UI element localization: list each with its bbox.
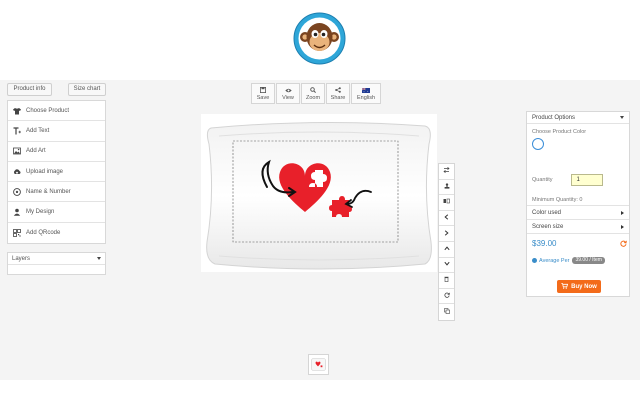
menu-item-choose-product[interactable]: Choose Product: [8, 101, 105, 122]
menu-item-upload-image[interactable]: Upload image: [8, 162, 105, 183]
menu-item-label: Add Text: [26, 127, 50, 134]
buy-now-button[interactable]: Buy Now: [557, 280, 601, 293]
flip-button[interactable]: [439, 195, 454, 211]
save-label: Save: [256, 95, 270, 101]
quantity-row: Quantity 1: [532, 174, 604, 186]
layers-toggle[interactable]: Layers: [8, 253, 105, 265]
view-label: View: [282, 95, 294, 101]
average-per-item: Average Per 39.00 / Item: [532, 257, 605, 264]
copy-icon: [443, 308, 450, 316]
monkey-logo: [293, 12, 346, 65]
reset-button[interactable]: [439, 289, 454, 305]
minimum-quantity: Minimum Quantity: 0: [532, 197, 583, 203]
flip-icon: [443, 198, 450, 206]
screen-size-label: Screen size: [532, 223, 564, 230]
menu-item-add-qrcode[interactable]: Add QRcode: [8, 223, 105, 243]
pillow-mockup: [206, 121, 432, 270]
quantity-label: Quantity: [532, 177, 553, 183]
upload-icon: [12, 167, 21, 176]
menu-item-add-art[interactable]: Add Art: [8, 142, 105, 162]
reset-icon: [443, 292, 450, 300]
product-options-body: Choose Product Color Quantity 1 Minimum …: [527, 124, 629, 206]
arrow-right-icon: [444, 230, 449, 238]
move-left-button[interactable]: [439, 211, 454, 227]
buy-now-label: Buy Now: [571, 283, 597, 290]
menu-item-add-text[interactable]: Add Text: [8, 121, 105, 142]
text-icon: [12, 126, 21, 135]
product-options-title: Product Options: [532, 114, 576, 121]
quantity-input[interactable]: 1: [571, 174, 604, 186]
menu-item-label: Add QRcode: [26, 229, 61, 236]
menu-item-my-design[interactable]: My Design: [8, 202, 105, 223]
delete-button[interactable]: [439, 273, 454, 289]
menu-item-label: Choose Product: [26, 107, 70, 114]
shirt-icon: [12, 106, 21, 115]
menu-item-label: Name & Number: [26, 188, 71, 195]
zoom-button[interactable]: Zoom: [301, 83, 325, 104]
user-icon: [12, 208, 21, 217]
flag-icon: [362, 86, 370, 94]
price: $39.00: [532, 239, 557, 248]
eye-icon: [284, 86, 292, 94]
chevron-down-icon: [620, 116, 624, 119]
share-label: Share: [330, 95, 346, 101]
pillow-thumbnail-icon: [311, 358, 326, 371]
color-used-label: Color used: [532, 209, 562, 216]
arrow-up-icon: [443, 246, 450, 253]
left-menu: Choose Product Add Text Add Art Upload i…: [7, 100, 106, 245]
swap-button[interactable]: [439, 164, 454, 180]
average-label: Average Per: [539, 257, 570, 264]
view-button[interactable]: View: [276, 83, 300, 104]
design-canvas[interactable]: [201, 114, 437, 272]
language-label: English: [356, 95, 376, 101]
share-button[interactable]: Share: [326, 83, 350, 104]
menu-item-name-number[interactable]: Name & Number: [8, 182, 105, 203]
stamp-icon: [444, 183, 450, 191]
layers-panel: Layers: [7, 252, 106, 275]
language-button[interactable]: English: [351, 83, 381, 104]
chevron-right-icon: [621, 210, 624, 215]
color-swatch-white[interactable]: [532, 138, 544, 150]
swap-icon: [443, 167, 450, 175]
move-right-button[interactable]: [439, 226, 454, 242]
zoom-label: Zoom: [305, 95, 321, 101]
menu-item-label: Add Art: [26, 148, 46, 155]
save-button[interactable]: Save: [251, 83, 275, 104]
layers-label: Layers: [12, 255, 31, 262]
ball-icon: [12, 187, 21, 196]
trash-icon: [444, 276, 449, 284]
refresh-price-icon[interactable]: [620, 240, 627, 247]
product-view-thumbnail[interactable]: [308, 354, 329, 375]
stamp-button[interactable]: [439, 180, 454, 196]
cart-icon: [561, 282, 569, 291]
share-icon: [335, 86, 341, 94]
color-used-toggle[interactable]: Color used: [527, 206, 629, 220]
menu-item-label: My Design: [26, 209, 55, 216]
menu-item-label: Upload image: [26, 168, 64, 175]
qrcode-icon: [12, 228, 21, 237]
size-chart-button[interactable]: Size chart: [68, 83, 106, 96]
footer-strip: [0, 380, 640, 400]
choose-color-label: Choose Product Color: [532, 129, 587, 135]
info-icon: [532, 258, 537, 263]
object-tools: [438, 163, 455, 321]
save-icon: [260, 86, 266, 94]
arrow-left-icon: [444, 214, 449, 222]
arrow-down-icon: [443, 261, 450, 268]
move-down-button[interactable]: [439, 258, 454, 274]
screen-size-toggle[interactable]: Screen size: [527, 220, 629, 234]
copy-button[interactable]: [439, 304, 454, 320]
product-info-button[interactable]: Product info: [7, 83, 52, 96]
header: [0, 0, 640, 80]
move-up-button[interactable]: [439, 242, 454, 258]
chevron-right-icon: [621, 224, 624, 229]
image-icon: [12, 147, 21, 156]
chevron-down-icon: [97, 257, 101, 260]
top-toolbar: Save View Zoom Share English: [251, 83, 382, 104]
average-badge: 39.00 / Item: [572, 257, 605, 264]
search-icon: [310, 86, 316, 94]
product-options-header[interactable]: Product Options: [527, 112, 629, 124]
product-options-panel: Product Options Choose Product Color Qua…: [526, 111, 630, 297]
